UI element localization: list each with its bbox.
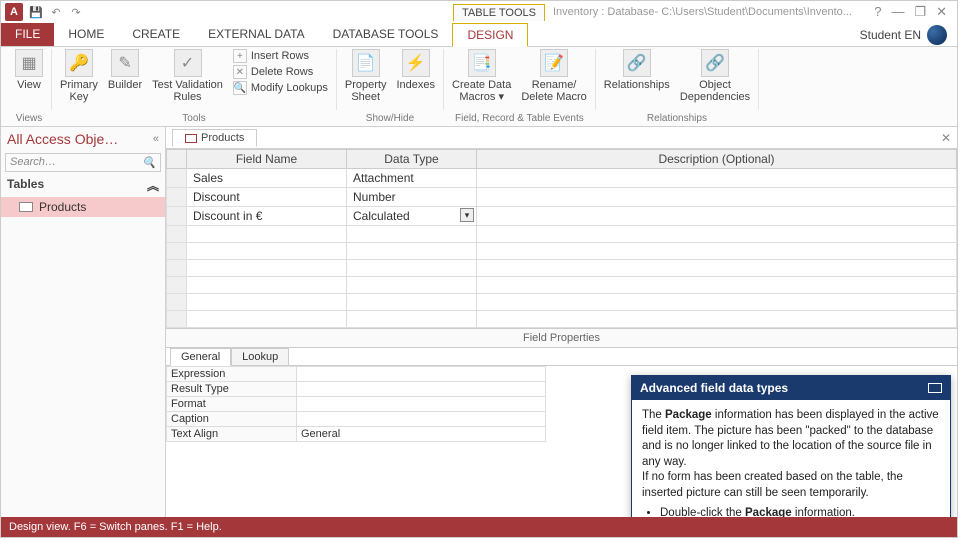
prop-tab-general[interactable]: General [170, 348, 231, 366]
chevron-down-icon: « [153, 133, 159, 145]
property-sheet-icon: 📄 [352, 49, 380, 77]
help-icon[interactable]: ? [874, 4, 881, 20]
dependencies-icon: 🔗 [701, 49, 729, 77]
user-account[interactable]: Student EN [850, 23, 957, 46]
object-tabstrip: Products ✕ [166, 127, 957, 149]
table-icon [185, 134, 197, 143]
view-icon: ▦ [15, 49, 43, 77]
restore-icon[interactable]: ❐ [914, 4, 926, 20]
navigation-pane: All Access Obje…« Search…🔍 Tables︽ Produ… [1, 127, 166, 517]
rename-delete-macro-button[interactable]: 📝Rename/ Delete Macro [521, 49, 586, 103]
app-icon: A [5, 3, 23, 21]
grid-row[interactable]: SalesAttachment [167, 169, 957, 188]
grid-row[interactable] [167, 294, 957, 311]
col-field-name: Field Name [187, 150, 347, 169]
datatype-dropdown-icon[interactable]: ▾ [460, 208, 474, 222]
search-icon: 🔍 [142, 156, 156, 169]
property-sheet-button[interactable]: 📄Property Sheet [345, 49, 387, 103]
nav-item-products[interactable]: Products [1, 197, 165, 217]
window-title: Inventory : Database- C:\Users\Student\D… [553, 6, 852, 18]
validation-icon: ✓ [174, 49, 202, 77]
grid-row[interactable] [167, 260, 957, 277]
undo-icon[interactable]: ↶ [49, 5, 63, 19]
design-area: Products ✕ Field Name Data Type Descript… [166, 127, 957, 517]
delete-rows-icon: ✕ [233, 65, 247, 79]
key-icon: 🔑 [65, 49, 93, 77]
modify-lookups-button[interactable]: 🔍Modify Lookups [233, 81, 328, 95]
field-properties-header: Field Properties [166, 328, 957, 348]
grid-row[interactable] [167, 277, 957, 294]
ribbon: ▦View Views 🔑Primary Key ✎Builder ✓Test … [1, 47, 957, 127]
tab-create[interactable]: CREATE [118, 23, 194, 46]
collapse-icon: ︽ [147, 177, 159, 194]
context-tab-tabletools: TABLE TOOLS [453, 4, 545, 21]
create-data-macros-button[interactable]: 📑Create Data Macros ▾ [452, 49, 511, 103]
tab-home[interactable]: HOME [54, 23, 118, 46]
group-views-caption: Views [16, 113, 43, 124]
close-icon[interactable]: ✕ [936, 4, 947, 20]
relationships-icon: 🔗 [623, 49, 651, 77]
close-object-icon[interactable]: ✕ [941, 131, 951, 145]
save-icon[interactable]: 💾 [29, 5, 43, 19]
tab-file[interactable]: FILE [1, 23, 54, 46]
redo-icon[interactable]: ↷ [69, 5, 83, 19]
overlay-minimize-icon[interactable] [928, 383, 942, 393]
overlay-title: Advanced field data types [640, 381, 788, 395]
primary-key-button[interactable]: 🔑Primary Key [60, 49, 98, 103]
user-name: Student EN [860, 28, 921, 42]
nav-header[interactable]: All Access Obje…« [1, 127, 165, 151]
indexes-icon: ⚡ [402, 49, 430, 77]
minimize-icon[interactable]: ― [891, 4, 904, 20]
test-validation-button[interactable]: ✓Test Validation Rules [152, 49, 223, 103]
grid-row[interactable] [167, 243, 957, 260]
indexes-button[interactable]: ⚡Indexes [397, 49, 436, 91]
tab-external-data[interactable]: EXTERNAL DATA [194, 23, 318, 46]
tab-database-tools[interactable]: DATABASE TOOLS [319, 23, 453, 46]
data-macros-icon: 📑 [468, 49, 496, 77]
search-input[interactable]: Search…🔍 [5, 153, 161, 172]
app-window: A 💾 ↶ ↷ TABLE TOOLS Inventory : Database… [0, 0, 958, 538]
builder-icon: ✎ [111, 49, 139, 77]
group-relationships-caption: Relationships [647, 113, 707, 124]
titlebar: A 💾 ↶ ↷ TABLE TOOLS Inventory : Database… [1, 1, 957, 23]
col-description: Description (Optional) [477, 150, 957, 169]
property-grid[interactable]: Expression Result Type Format Caption Te… [166, 366, 546, 442]
status-bar: Design view. F6 = Switch panes. F1 = Hel… [1, 517, 957, 537]
relationships-button[interactable]: 🔗Relationships [604, 49, 670, 91]
table-icon [19, 202, 33, 212]
field-design-grid[interactable]: Field Name Data Type Description (Option… [166, 149, 957, 328]
grid-row[interactable]: Discount in €Calculated▾ [167, 207, 957, 226]
grid-row[interactable] [167, 311, 957, 328]
tab-design[interactable]: DESIGN [452, 23, 528, 47]
object-dependencies-button[interactable]: 🔗Object Dependencies [680, 49, 750, 103]
grid-row[interactable] [167, 226, 957, 243]
insert-rows-icon: + [233, 49, 247, 63]
prop-tab-lookup[interactable]: Lookup [231, 348, 289, 366]
grid-row[interactable]: DiscountNumber [167, 188, 957, 207]
lookup-icon: 🔍 [233, 81, 247, 95]
help-overlay: Advanced field data types The Package in… [631, 375, 951, 517]
object-tab-products[interactable]: Products [172, 129, 257, 147]
group-events-caption: Field, Record & Table Events [455, 113, 584, 124]
ribbon-tabstrip: FILE HOME CREATE EXTERNAL DATA DATABASE … [1, 23, 957, 47]
group-tools-caption: Tools [182, 113, 205, 124]
avatar-icon [927, 25, 947, 45]
group-showhide-caption: Show/Hide [366, 113, 414, 124]
rename-macro-icon: 📝 [540, 49, 568, 77]
delete-rows-button[interactable]: ✕Delete Rows [233, 65, 328, 79]
builder-button[interactable]: ✎Builder [108, 49, 142, 91]
col-data-type: Data Type [347, 150, 477, 169]
nav-group-tables[interactable]: Tables︽ [1, 174, 165, 197]
insert-rows-button[interactable]: +Insert Rows [233, 49, 328, 63]
view-button[interactable]: ▦View [15, 49, 43, 91]
